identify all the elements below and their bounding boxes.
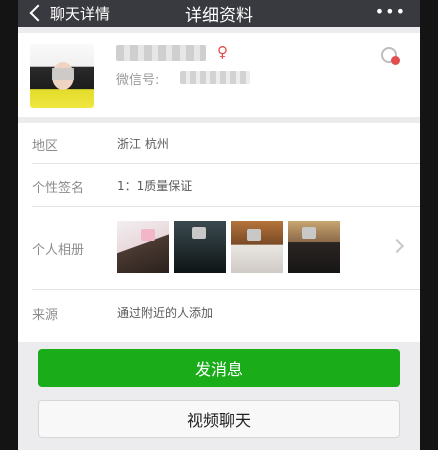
profile-screen: 聊天详情 详细资料 ••• ♀ 微信号: 地区 浙江 杭州 个性签名 1：1质量… [18,0,420,450]
face-blur [192,227,206,239]
face-blur [247,229,261,241]
send-message-button[interactable]: 发消息 [38,349,400,387]
source-label: 来源 [32,308,59,323]
back-button[interactable]: 聊天详情 [29,2,111,24]
region-label: 地区 [32,139,59,154]
album-photos [117,221,340,273]
nav-bar: 聊天详情 详细资料 ••• [18,0,420,27]
star-friend-icon[interactable] [381,47,400,65]
video-chat-button[interactable]: 视频聊天 [38,400,400,438]
profile-card: ♀ 微信号: [18,33,420,117]
source-value: 通过附近的人添加 [117,306,214,320]
region-row: 地区 浙江 杭州 [18,123,420,163]
chevron-left-icon [29,4,47,22]
source-row: 来源 通过附近的人添加 [18,290,420,342]
avatar-blur [52,68,74,80]
face-blur [302,227,316,239]
album-photo[interactable] [288,221,340,273]
album-photo[interactable] [231,221,283,273]
album-photo[interactable] [174,221,226,273]
avatar[interactable] [30,44,94,108]
album-label: 个人相册 [32,243,85,258]
nickname-redacted [116,45,206,61]
more-options-button[interactable]: ••• [375,2,406,21]
region-value: 浙江 杭州 [117,137,169,151]
album-photo[interactable] [117,221,169,273]
female-icon: ♀ [217,43,228,61]
signature-value: 1：1质量保证 [117,179,193,193]
back-label: 聊天详情 [50,4,111,23]
wechat-id-redacted [180,71,250,84]
info-list: 地区 浙江 杭州 个性签名 1：1质量保证 个人相册 来源 通过附近的人添加 [18,123,420,342]
album-row[interactable]: 个人相册 [18,207,420,289]
sticker-blur [141,229,155,241]
signature-row: 个性签名 1：1质量保证 [18,164,420,206]
signature-label: 个性签名 [32,181,85,196]
wechat-id-label: 微信号: [116,73,160,88]
chevron-right-icon [389,238,405,254]
